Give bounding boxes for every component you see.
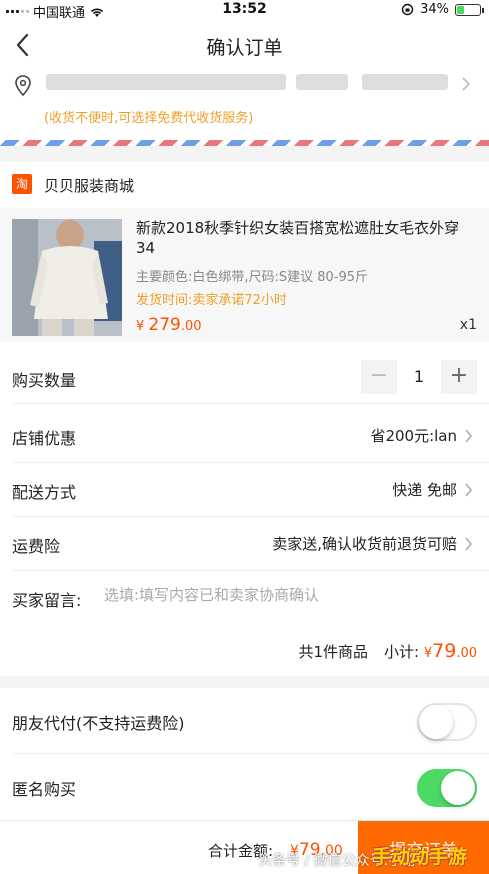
subtotal-decimal: .00 xyxy=(456,646,477,661)
payment-options: 朋友代付(不支持运费险) 匿名购买 xyxy=(0,688,489,820)
airmail-border xyxy=(0,140,489,146)
address-redacted xyxy=(362,74,448,90)
toggle-knob xyxy=(441,771,475,805)
delivery-note: (收货不便时,可选择免费代收货服务) xyxy=(44,111,254,126)
delivery-label: 配送方式 xyxy=(12,483,77,502)
friend-pay-row: 朋友代付(不支持运费险) xyxy=(12,688,489,754)
shipping-insurance-row[interactable]: 运费险 卖家送,确认收货前退货可赔 xyxy=(12,517,489,571)
friend-pay-label: 朋友代付(不支持运费险) xyxy=(12,714,185,733)
nav-bar: 确认订单 xyxy=(0,20,489,70)
increase-button[interactable]: + xyxy=(441,360,477,394)
delivery-value: 快递 免邮 xyxy=(392,481,457,499)
status-bar: 中国联通 13:52 34% xyxy=(0,0,489,21)
battery-icon xyxy=(455,3,484,16)
decrease-button[interactable]: − xyxy=(361,360,397,394)
chevron-right-icon xyxy=(465,483,472,497)
rotation-lock-icon xyxy=(401,3,414,16)
quantity-label: 购买数量 xyxy=(12,371,77,390)
chevron-right-icon xyxy=(462,77,471,91)
price-decimal: .00 xyxy=(180,319,202,334)
chevron-right-icon xyxy=(465,537,472,551)
shop-header: 淘 贝贝服装商城 xyxy=(0,162,489,208)
subtotal-symbol: ¥ xyxy=(423,646,433,661)
order-options: 购买数量 − 1 + 店铺优惠 省200元:lan 配送方式 快递 免邮 运费险… xyxy=(0,342,489,676)
sweater-photo xyxy=(12,219,122,336)
location-pin-icon xyxy=(15,75,31,97)
delivery-row[interactable]: 配送方式 快递 免邮 xyxy=(12,463,489,517)
discount-label: 店铺优惠 xyxy=(12,429,77,448)
chevron-right-icon xyxy=(465,429,472,443)
battery-percent: 34% xyxy=(420,2,449,17)
battery-info: 34% xyxy=(401,2,484,17)
anonymous-label: 匿名购买 xyxy=(12,780,77,799)
watermark-logo: 手动动手游 xyxy=(372,846,468,868)
buyer-message-row: 买家留言: xyxy=(12,571,489,625)
item-count: 共1件商品 xyxy=(298,643,368,661)
battery-fill xyxy=(457,5,465,14)
message-label: 买家留言: xyxy=(12,591,82,610)
shop-name: 贝贝服装商城 xyxy=(44,177,135,195)
subtotal-label: 小计: xyxy=(384,643,420,661)
quantity-value[interactable]: 1 xyxy=(397,367,441,386)
product-quantity: x1 xyxy=(459,317,477,333)
product-spec: 主要颜色:白色绑带,尺码:S建议 80-95斤 xyxy=(136,270,369,285)
subtotal-price: ¥79.00 xyxy=(423,640,477,662)
quantity-stepper: − 1 + xyxy=(361,360,477,394)
insurance-value: 卖家送,确认收货前退货可赔 xyxy=(272,535,457,553)
product-item[interactable]: 新款2018秋季针织女装百搭宽松遮肚女毛衣外穿34 主要颜色:白色绑带,尺码:S… xyxy=(0,208,489,342)
discount-value: 省200元:lan xyxy=(370,427,457,445)
toggle-knob xyxy=(419,705,453,739)
insurance-label: 运费险 xyxy=(12,537,61,556)
address-card[interactable]: (收货不便时,可选择免费代收货服务) xyxy=(0,70,489,140)
address-redacted xyxy=(296,74,348,90)
quantity-row: 购买数量 − 1 + xyxy=(12,350,489,404)
anonymous-row: 匿名购买 xyxy=(12,754,489,820)
page-title: 确认订单 xyxy=(206,37,283,59)
price-integer: 279 xyxy=(148,315,181,335)
subtotal: 共1件商品 小计: ¥79.00 xyxy=(298,640,477,662)
subtotal-integer: 79 xyxy=(432,640,457,662)
friend-pay-toggle[interactable] xyxy=(417,703,477,741)
address-redacted xyxy=(46,74,286,90)
product-title: 新款2018秋季针织女装百搭宽松遮肚女毛衣外穿34 xyxy=(136,219,460,257)
price-symbol: ¥ xyxy=(136,319,145,334)
shipping-time: 发货时间:卖家承诺72小时 xyxy=(136,293,287,308)
product-image xyxy=(12,219,122,336)
shop-discount-row[interactable]: 店铺优惠 省200元:lan xyxy=(12,409,489,463)
anonymous-toggle[interactable] xyxy=(417,769,477,807)
taobao-icon: 淘 xyxy=(12,174,32,194)
product-price: ¥ 279.00 xyxy=(136,315,202,335)
buyer-message-input[interactable] xyxy=(104,586,474,604)
